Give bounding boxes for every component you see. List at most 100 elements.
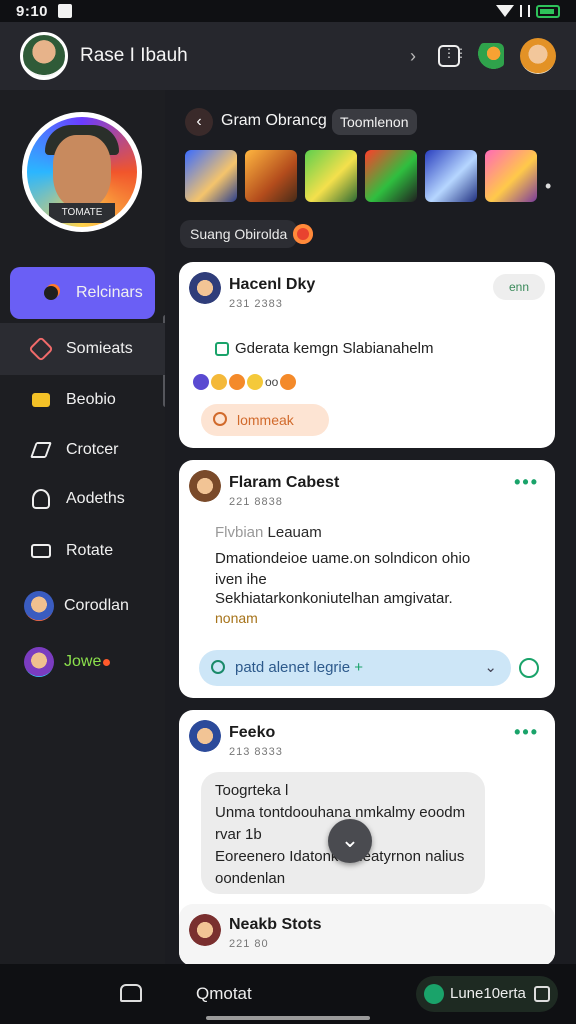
hat-icon[interactable] <box>120 984 142 1002</box>
member-thumbnail[interactable] <box>245 150 297 202</box>
post-subject-text: Leauam <box>267 524 322 541</box>
sidebar-item-jowe[interactable]: Jowe <box>0 636 165 688</box>
author-name[interactable]: Flaram Cabest <box>229 474 339 492</box>
header-title: Rase I Ibauh <box>80 45 188 66</box>
reaction-icon <box>229 374 245 390</box>
reaction-icon <box>211 374 227 390</box>
gamepad-icon[interactable] <box>438 45 467 67</box>
signal-icon <box>520 5 530 17</box>
hexagon-icon <box>28 336 54 362</box>
more-options-icon[interactable]: ••• <box>514 722 539 743</box>
home-indicator[interactable] <box>206 1016 370 1020</box>
battery-icon <box>536 4 560 18</box>
author-name[interactable]: Feeko <box>229 724 275 742</box>
profile-avatar[interactable] <box>520 38 556 74</box>
sidebar-item-rotate[interactable]: Rotate <box>0 525 165 577</box>
reaction-icon <box>280 374 297 390</box>
profile-picture[interactable]: TOMATE <box>22 112 142 232</box>
group-status-chip[interactable]: Suang Obirolda <box>180 220 298 248</box>
reaction-row[interactable]: oo <box>193 374 297 390</box>
profile-badge: TOMATE <box>49 203 115 223</box>
author-avatar[interactable] <box>189 272 221 304</box>
status-time: 9:10 <box>16 2 49 20</box>
post-time: 221 80 <box>229 938 269 950</box>
avatar-face <box>53 135 111 209</box>
post-message-text: Gderata kemgn Slabianahelm <box>235 340 434 357</box>
checkbox-icon <box>215 341 229 356</box>
post-body-line: Sekhiatarkonkoniutelhan amgivatar. <box>215 590 453 607</box>
bubble-line: Toogrteka l <box>215 782 289 799</box>
contact-avatar <box>24 647 54 677</box>
group-title: Gram Obrancg <box>221 112 327 129</box>
reply-input[interactable]: patd alenet legrie + ⌄ <box>199 650 511 686</box>
post-body-line: nonam <box>215 610 258 626</box>
search-icon <box>213 412 227 426</box>
wifi-icon <box>496 5 514 17</box>
member-thumbnail[interactable] <box>305 150 357 202</box>
post-search-chip[interactable]: lommeak <box>201 404 329 436</box>
status-bar: 9:10 <box>0 0 576 22</box>
sidebar-item-label: Relcinars <box>76 284 143 301</box>
post-card[interactable]: Flaram Cabest 221 8838 ••• Flvbian Leaua… <box>179 460 555 698</box>
sidebar-item-relcinars[interactable]: Relcinars <box>10 267 155 319</box>
user-avatar[interactable] <box>20 32 68 80</box>
sidebar-item-label: Beobio <box>66 391 116 408</box>
more-members-icon[interactable]: • <box>545 176 551 197</box>
plus-icon[interactable]: + <box>354 659 363 676</box>
scroll-down-button[interactable]: ⌄ <box>328 819 372 863</box>
app-screen: 9:10 Rase I Ibauh › TOMATE Relcinars So <box>0 0 576 1024</box>
pencil-icon <box>30 439 52 461</box>
post-body-line: Dmationdeioe uame.on solndicon ohio iven… <box>215 550 471 588</box>
chevron-right-icon[interactable]: › <box>410 46 416 67</box>
bubble-line: oondenlan <box>215 870 286 887</box>
reaction-icon <box>193 374 209 390</box>
author-name[interactable]: Hacenl Dky <box>229 276 315 294</box>
chevron-down-icon[interactable]: ⌄ <box>484 650 497 686</box>
member-thumbnail[interactable] <box>365 150 417 202</box>
sidebar-item-corodlan[interactable]: Corodlan <box>0 580 165 632</box>
sidebar-item-label: Somieats <box>66 340 133 357</box>
reaction-icon <box>247 374 263 390</box>
sidebar-item-aodeths[interactable]: Aodeths <box>0 473 165 525</box>
author-avatar[interactable] <box>189 720 221 752</box>
bag-icon <box>30 389 52 411</box>
bottom-nav-label[interactable]: Qmotat <box>196 984 252 1004</box>
post-subject: Flvbian Leauam <box>215 524 322 541</box>
author-avatar[interactable] <box>189 470 221 502</box>
group-tag[interactable]: Toomlenon <box>332 109 417 135</box>
post-message: Gderata kemgn Slabianahelm <box>215 340 433 357</box>
online-dot <box>103 658 111 666</box>
send-icon[interactable] <box>519 658 539 678</box>
status-icons <box>496 4 560 18</box>
bottom-action-label: Lune10erta <box>450 985 526 1002</box>
notification-icon <box>58 4 73 18</box>
status-indicator-icon <box>293 224 313 244</box>
post-subject-prefix: Flvbian <box>215 524 264 541</box>
sidebar-item-label: Crotcer <box>66 441 119 458</box>
sidebar-item-label: Jowe <box>64 653 102 670</box>
status-icon <box>424 984 444 1004</box>
nested-post[interactable]: Neakb Stots 221 80 <box>179 904 555 966</box>
top-header: Rase I Ibauh › <box>0 22 576 90</box>
sidebar-item-beobio[interactable]: Beobio <box>0 374 165 426</box>
sidebar: TOMATE Relcinars Somieats Beobio Crotcer… <box>0 90 168 964</box>
sidebar-item-crotcer[interactable]: Crotcer <box>0 424 165 476</box>
sidebar-item-label: Corodlan <box>64 597 129 614</box>
back-button[interactable]: ‹ <box>185 108 213 136</box>
sidebar-item-somieats[interactable]: Somieats <box>0 323 165 375</box>
member-thumbnails <box>185 150 537 202</box>
post-card[interactable]: Hacenl Dky 231 2383 enn Gderata kemgn Sl… <box>179 262 555 448</box>
join-button[interactable]: enn <box>493 274 545 300</box>
square-icon <box>534 986 550 1002</box>
contact-avatar <box>24 591 54 621</box>
puzzle-icon[interactable] <box>478 43 504 69</box>
bottom-action-pill[interactable]: Lune10erta <box>416 976 558 1012</box>
member-thumbnail[interactable] <box>185 150 237 202</box>
more-options-icon[interactable]: ••• <box>514 472 539 493</box>
member-thumbnail[interactable] <box>425 150 477 202</box>
author-avatar[interactable] <box>189 914 221 946</box>
author-name[interactable]: Neakb Stots <box>229 916 321 934</box>
reply-input-text: patd alenet legrie <box>235 659 351 676</box>
member-thumbnail[interactable] <box>485 150 537 202</box>
search-chip-label: lommeak <box>237 412 294 428</box>
